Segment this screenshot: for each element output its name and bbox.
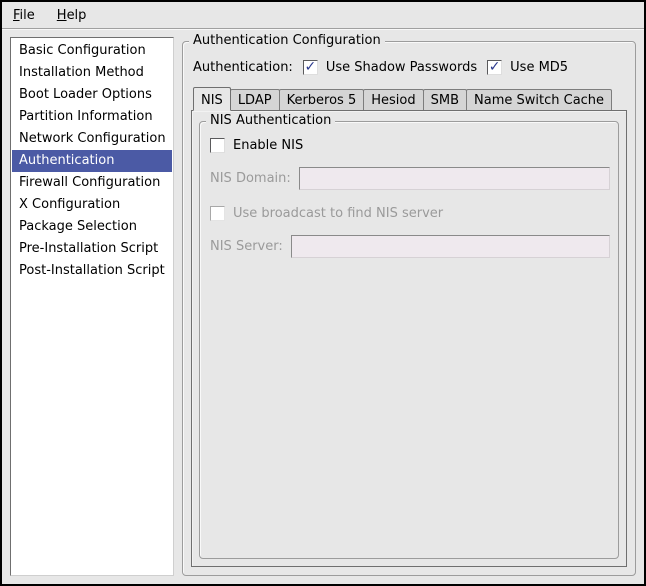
tab-nis[interactable]: NIS — [193, 87, 231, 111]
authentication-configuration-frame: Authentication Configuration Authenticat… — [182, 41, 636, 576]
nis-tab-panel: NIS Authentication Enable NIS NIS Domain… — [191, 110, 627, 567]
nis-domain-label: NIS Domain: — [210, 171, 291, 186]
sidebar-item-firewall-configuration[interactable]: Firewall Configuration — [12, 172, 172, 194]
config-section-list: Basic ConfigurationInstallation MethodBo… — [10, 37, 174, 576]
sidebar-item-partition-information[interactable]: Partition Information — [12, 106, 172, 128]
use-shadow-passwords-checkbox[interactable]: ✓ Use Shadow Passwords — [303, 60, 477, 75]
enable-nis-label: Enable NIS — [233, 138, 303, 153]
use-broadcast-label: Use broadcast to find NIS server — [233, 206, 443, 221]
use-md5-label: Use MD5 — [510, 60, 568, 75]
tab-hesiod[interactable]: Hesiod — [363, 89, 423, 110]
menu-file[interactable]: File — [8, 5, 40, 26]
tab-smb[interactable]: SMB — [423, 89, 467, 110]
sidebar-item-post-installation-script[interactable]: Post-Installation Script — [12, 260, 172, 282]
tab-kerberos-5[interactable]: Kerberos 5 — [279, 89, 365, 110]
nis-authentication-frame: NIS Authentication Enable NIS NIS Domain… — [199, 121, 619, 559]
enable-nis-checkbox[interactable]: Enable NIS — [210, 138, 610, 153]
authentication-configuration-frame-title: Authentication Configuration — [189, 33, 385, 49]
nis-domain-input — [299, 167, 610, 190]
nis-domain-row: NIS Domain: — [210, 167, 610, 190]
authentication-row: Authentication: ✓ Use Shadow Passwords ✓… — [193, 54, 627, 80]
nis-server-input — [291, 235, 610, 258]
use-broadcast-checkbox: Use broadcast to find NIS server — [210, 206, 610, 221]
menu-file-label: ile — [20, 8, 35, 23]
use-shadow-passwords-label: Use Shadow Passwords — [326, 60, 477, 75]
checkbox-box-icon[interactable]: ✓ — [303, 60, 318, 75]
sidebar-item-authentication[interactable]: Authentication — [12, 150, 172, 172]
nis-server-row: NIS Server: — [210, 235, 610, 258]
kickstart-configurator-window: File Help Basic ConfigurationInstallatio… — [0, 0, 646, 586]
authentication-label: Authentication: — [193, 60, 293, 75]
tab-ldap[interactable]: LDAP — [230, 89, 280, 110]
menu-help[interactable]: Help — [52, 5, 92, 26]
sidebar-item-package-selection[interactable]: Package Selection — [12, 216, 172, 238]
right-panel: Authentication Configuration Authenticat… — [182, 37, 636, 576]
sidebar-item-x-configuration[interactable]: X Configuration — [12, 194, 172, 216]
sidebar-item-pre-installation-script[interactable]: Pre-Installation Script — [12, 238, 172, 260]
menubar: File Help — [2, 2, 644, 29]
auth-methods-notebook: NISLDAPKerberos 5HesiodSMBName Switch Ca… — [191, 86, 627, 567]
tab-name-switch-cache[interactable]: Name Switch Cache — [466, 89, 612, 110]
tab-bar: NISLDAPKerberos 5HesiodSMBName Switch Ca… — [191, 86, 627, 110]
sidebar-item-basic-configuration[interactable]: Basic Configuration — [12, 40, 172, 62]
menu-help-mnemonic: H — [57, 8, 67, 23]
sidebar-item-installation-method[interactable]: Installation Method — [12, 62, 172, 84]
sidebar-item-network-configuration[interactable]: Network Configuration — [12, 128, 172, 150]
menu-help-label: elp — [67, 8, 87, 23]
checkbox-box-icon[interactable] — [210, 138, 225, 153]
checkbox-box-icon[interactable]: ✓ — [487, 60, 502, 75]
use-md5-checkbox[interactable]: ✓ Use MD5 — [487, 60, 568, 75]
main-content: Basic ConfigurationInstallation MethodBo… — [2, 29, 644, 584]
nis-authentication-frame-title: NIS Authentication — [206, 113, 335, 129]
checkbox-box-icon — [210, 206, 225, 221]
sidebar-item-boot-loader-options[interactable]: Boot Loader Options — [12, 84, 172, 106]
nis-server-label: NIS Server: — [210, 239, 283, 254]
